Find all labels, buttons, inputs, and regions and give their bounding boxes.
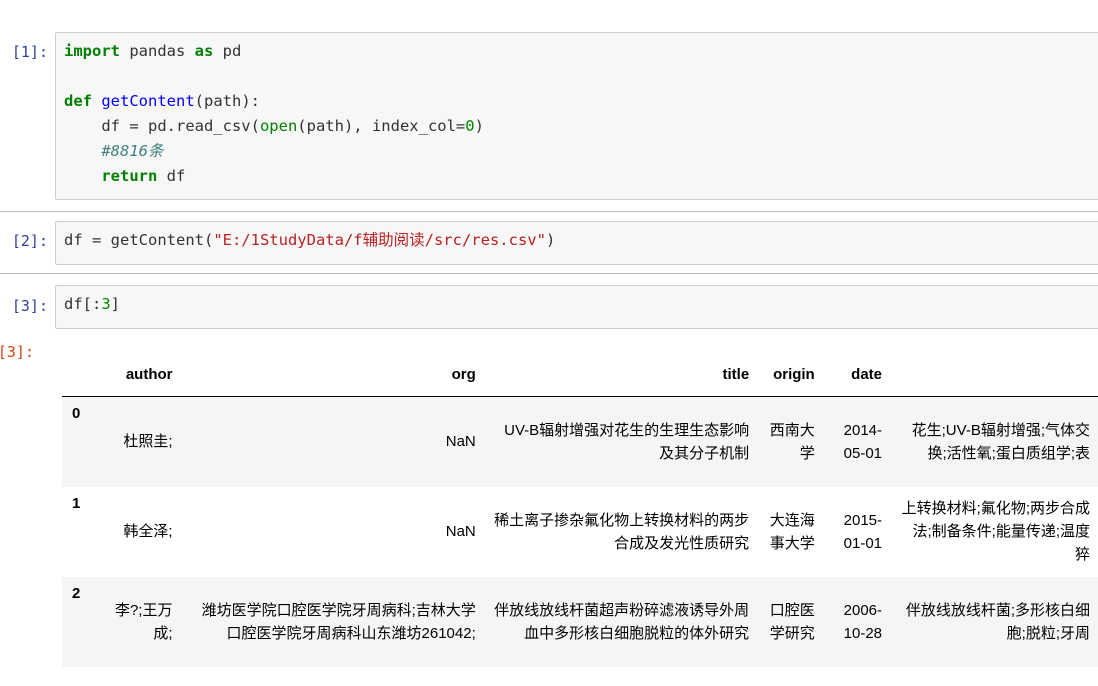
code-cell-1[interactable]: import pandas as pd def getContent(path)… xyxy=(55,32,1098,200)
code-cell-1-source[interactable]: import pandas as pd def getContent(path)… xyxy=(56,33,1098,195)
code-token: 0 xyxy=(465,117,475,135)
table-header-row: author org title origin date xyxy=(62,360,1098,397)
code-cell-2-source[interactable]: df = getContent("E:/1StudyData/f辅助阅读/src… xyxy=(56,222,1098,259)
table-row: 1 韩全泽; NaN 稀土离子掺杂氟化物上转换材料的两步合成及发光性质研究 大连… xyxy=(62,487,1098,577)
column-header-title: title xyxy=(483,360,758,397)
table-row: 2 李?;王万成; 潍坊医学院口腔医学院牙周病科;吉林大学口腔医学院牙周病科山东… xyxy=(62,576,1098,667)
cell-origin: 口腔医学研究 xyxy=(769,601,815,642)
cell-title: 稀土离子掺杂氟化物上转换材料的两步合成及发光性质研究 xyxy=(494,511,750,552)
cell-1-prompt: [1]: xyxy=(11,43,48,61)
code-token: (path), index_col= xyxy=(297,117,466,135)
column-header-date: date xyxy=(822,360,891,397)
code-token: pandas xyxy=(120,42,195,60)
dataframe-output: author org title origin date 0 杜照圭; NaN … xyxy=(62,360,1098,667)
cell-author: 李?;王万成; xyxy=(114,601,173,642)
code-token: df xyxy=(157,167,186,185)
cell-author: 韩全泽; xyxy=(123,523,173,540)
row-index: 1 xyxy=(72,494,81,512)
cell-divider xyxy=(0,211,1098,212)
column-header-keywords xyxy=(890,360,1098,397)
column-header-origin: origin xyxy=(757,360,823,397)
table-row: 0 杜照圭; NaN UV-B辐射增强对花生的生理生态影响及其分子机制 西南大学… xyxy=(62,396,1098,487)
cell-2-prompt: [2]: xyxy=(11,232,48,250)
cell-3-prompt: [3]: xyxy=(11,297,48,315)
code-token: getContent xyxy=(101,92,195,110)
cell-date: 2014-05-01 xyxy=(843,421,883,462)
cell-divider xyxy=(0,273,1098,274)
cell-org: 潍坊医学院口腔医学院牙周病科;吉林大学口腔医学院牙周病科山东潍坊261042; xyxy=(201,601,476,642)
cell-keywords: 花生;UV-B辐射增强;气体交换;活性氧;蛋白质组学;表 xyxy=(911,421,1090,462)
code-cell-2[interactable]: df = getContent("E:/1StudyData/f辅助阅读/src… xyxy=(55,221,1098,265)
cell-author: 杜照圭; xyxy=(123,433,173,451)
cell-keywords: 伴放线放线杆菌;多形核白细胞;脱粒;牙周 xyxy=(905,601,1090,642)
code-comment: #8816条 xyxy=(64,142,164,160)
cell-date: 2015-01-01 xyxy=(843,511,883,552)
output-prompt: [3]: xyxy=(0,343,34,361)
code-token: ] xyxy=(110,295,121,313)
column-header-author: author xyxy=(97,360,181,397)
code-token: as xyxy=(194,42,214,60)
row-index: 0 xyxy=(72,405,81,422)
code-cell-3-source[interactable]: df[:3] xyxy=(56,286,1098,323)
cell-title: 伴放线放线杆菌超声粉碎滤液诱导外周血中多形核白细胞脱粒的体外研究 xyxy=(494,601,750,642)
code-token: df[: xyxy=(64,295,102,313)
cell-keywords: 上转换材料;氟化物;两步合成法;制备条件;能量传递;温度猝 xyxy=(901,500,1090,563)
code-token: 3 xyxy=(101,295,111,313)
cell-date: 2006-10-28 xyxy=(843,601,883,642)
code-token: ) xyxy=(474,117,484,135)
cell-origin: 大连海事大学 xyxy=(769,511,815,552)
code-token: def xyxy=(64,92,92,110)
code-token: import xyxy=(64,42,120,60)
cell-org: NaN xyxy=(445,433,476,451)
code-token: return xyxy=(101,167,158,185)
cell-title: UV-B辐射增强对花生的生理生态影响及其分子机制 xyxy=(504,421,750,462)
code-token: open xyxy=(259,117,298,135)
code-token: (path): xyxy=(194,92,260,110)
code-token: ) xyxy=(545,231,556,249)
column-header-org: org xyxy=(180,360,484,397)
code-token: df = getContent( xyxy=(64,231,214,249)
code-token: pd xyxy=(213,42,242,60)
row-index: 2 xyxy=(72,584,81,602)
cell-origin: 西南大学 xyxy=(769,421,815,462)
code-cell-3[interactable]: df[:3] xyxy=(55,285,1098,329)
cell-org: NaN xyxy=(445,523,476,540)
index-header xyxy=(62,360,98,397)
code-string: "E:/1StudyData/f辅助阅读/src/res.csv" xyxy=(213,231,546,249)
code-token: df = pd.read_csv( xyxy=(64,117,260,135)
